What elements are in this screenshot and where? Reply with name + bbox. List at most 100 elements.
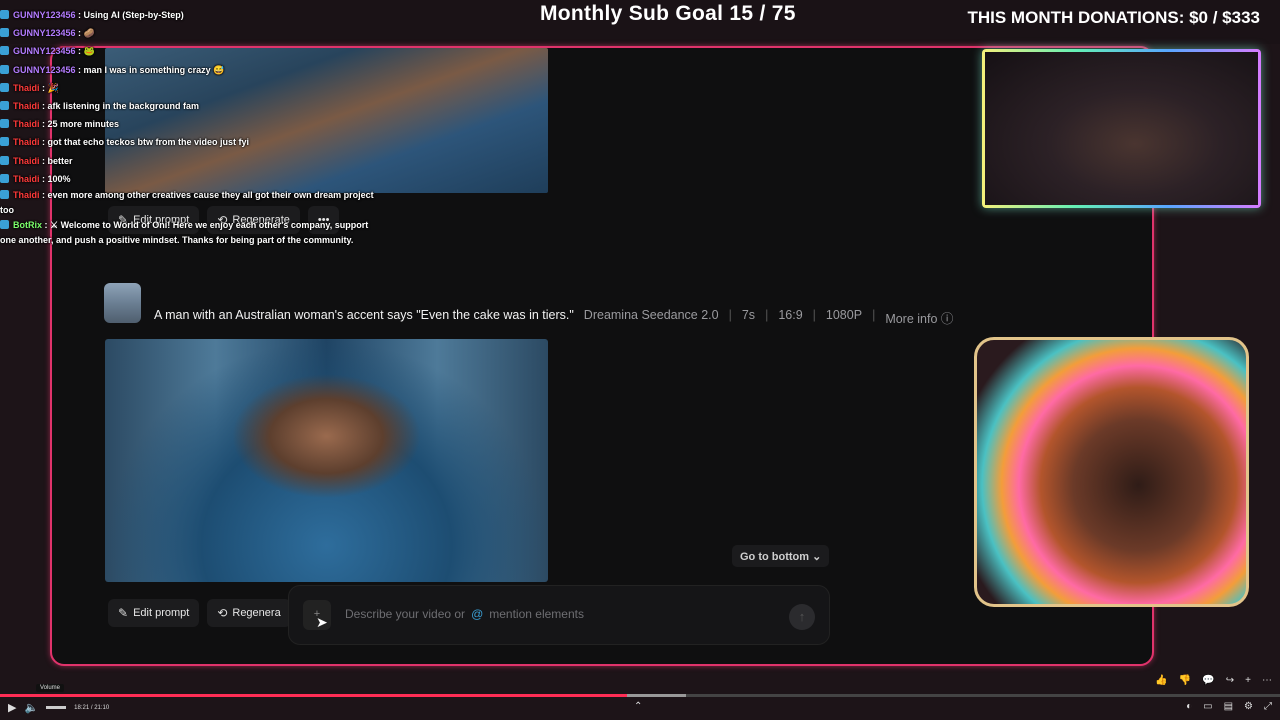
chat-username[interactable]: Thaidi [13,119,40,129]
share-icon[interactable]: ↪ [1226,675,1234,686]
separator: | [728,308,732,322]
fullscreen-icon[interactable]: ⤢ [1264,701,1272,712]
send-button[interactable]: ↑ [789,604,815,630]
player-controls-left: ▶ 🔈 18:21 / 21:10 [8,701,109,714]
volume-icon[interactable]: 🔈 [24,701,38,714]
chat-text: : 100% [39,173,71,184]
regenerate-button[interactable]: ⟲ Regenera [207,599,291,627]
chat-text: : 🐸 [75,46,95,57]
chat-badge-icon [0,137,9,147]
chat-username[interactable]: Thaidi [13,190,40,200]
more-info-link[interactable]: More info ⓘ [885,308,953,327]
player-controls-right-top: 👍 👎 💬 ↪ + ⋯ [1155,675,1272,686]
time-display: 18:21 / 21:10 [74,704,110,711]
chat-message: GUNNY123456 : man I was in something cra… [0,61,380,79]
add-icon[interactable]: + [1245,675,1251,686]
chat-badge-icon [0,220,9,230]
model-name: Dreamina Seedance 2.0 [583,308,719,322]
theater-icon[interactable]: ▭ [1203,701,1212,712]
player-controls-right: ◐ ▭ ▤ ⚙ ⤢ [1186,701,1272,712]
video-progress-bar[interactable] [0,694,1280,697]
chat-text: : even more among other creatives cause … [0,190,374,216]
donations-text: THIS MONTH DONATIONS: $0 / $333 [967,8,1260,27]
chat-badge-icon [0,46,9,56]
regenerate-label: Regenera [232,607,281,619]
prompt-line: A man with an Australian woman's accent … [154,308,953,327]
separator: | [872,308,876,322]
chat-overlay: GUNNY123456 : Using AI (Step-by-Step) GUN… [0,6,380,248]
mention-placeholder: mention elements [489,607,584,621]
chat-text: : ⚔ Welcome to World of Oni! Here we enj… [0,220,369,246]
action-row-bottom: ✎ Edit prompt ⟲ Regenera [108,599,291,627]
chat-text: : 🎉 [39,82,59,93]
progress-fill [0,694,628,697]
chat-username[interactable]: Thaidi [13,156,40,166]
chat-username[interactable]: GUNNY123456 [13,28,76,38]
more-icon[interactable]: ⋯ [1262,675,1272,686]
edit-prompt-button[interactable]: ✎ Edit prompt [108,599,200,627]
volume-slider[interactable] [46,706,67,709]
toggle-icon[interactable]: ◐ [1186,701,1192,712]
chat-badge-icon [0,64,9,74]
chat-text: : got that echo teckos btw from the vide… [39,137,250,148]
chat-message: GUNNY123456 : Using AI (Step-by-Step) [0,6,380,24]
chat-username[interactable]: GUNNY123456 [13,46,76,56]
chat-text: : 🥔 [75,28,95,39]
chat-text: : Using AI (Step-by-Step) [75,10,184,20]
generated-video-main[interactable] [105,339,548,582]
chat-badge-icon [0,173,9,183]
chat-text: : afk listening in the background fam [39,101,200,112]
avatar [104,283,141,323]
prompt-input-bar: + Describe your video or @ mention eleme… [288,585,830,645]
chat-message: Thaidi : 100% [0,170,380,188]
chat-message: Thaidi : afk listening in the background… [0,97,380,115]
chat-username[interactable]: GUNNY123456 [13,65,76,75]
prompt-text: A man with an Australian woman's accent … [154,308,574,322]
chat-message: GUNNY123456 : 🥔 [0,24,380,42]
chat-message: Thaidi : even more among other creatives… [0,188,380,218]
chat-badge-icon [0,10,9,19]
chat-username[interactable]: Thaidi [13,83,40,93]
separator: | [765,308,769,322]
prompt-placeholder: Describe your video or [345,607,466,621]
chat-badge-icon [0,155,9,165]
settings-icon[interactable]: ⚙ [1244,701,1253,712]
chat-badge-icon [0,101,9,111]
go-to-bottom-button[interactable]: Go to bottom ⌄ [732,545,830,567]
volume-tooltip: Volume [36,684,65,692]
chat-username[interactable]: Thaidi [13,174,40,184]
resolution: 1080P [825,308,863,322]
buffer-bar [627,694,686,697]
comment-icon[interactable]: 💬 [1202,675,1214,686]
chat-username[interactable]: BotRix [13,220,42,230]
webcam-background [985,52,1258,205]
prompt-input[interactable]: Describe your video or @ mention element… [345,607,584,621]
aspect-ratio: 16:9 [778,308,803,322]
webcam-feed-guest [982,49,1261,208]
chat-username[interactable]: Thaidi [13,137,40,147]
separator: | [812,308,816,322]
chat-message: BotRix : ⚔ Welcome to World of Oni! Here… [0,218,380,248]
chat-badge-icon [0,190,9,200]
like-icon[interactable]: 👍 [1155,675,1167,686]
chat-message: Thaidi : 25 more minutes [0,115,380,133]
chat-badge-icon [0,28,9,38]
mouse-cursor-icon: ➤ [316,614,328,630]
webcam-feed-host [974,337,1249,607]
chat-username[interactable]: Thaidi [13,101,40,111]
play-icon[interactable]: ▶ [8,701,16,714]
chevron-up-icon[interactable]: ⌃ [634,701,642,712]
chat-username[interactable]: GUNNY123456 [13,10,76,20]
edit-prompt-label: Edit prompt [133,607,190,619]
refresh-icon: ⟲ [217,606,228,620]
chat-message: GUNNY123456 : 🐸 [0,42,380,60]
at-icon: @ [471,607,484,621]
chat-text: : man I was in something crazy 😅 [75,64,225,75]
captions-icon[interactable]: ▤ [1224,701,1233,712]
chat-message: Thaidi : got that echo teckos btw from t… [0,133,380,151]
chat-message: Thaidi : 🎉 [0,79,380,97]
dislike-icon[interactable]: 👎 [1179,675,1191,686]
chat-message: Thaidi : better [0,152,380,170]
edit-icon: ✎ [118,606,129,620]
sub-goal-text: Monthly Sub Goal 15 / 75 [540,2,796,25]
